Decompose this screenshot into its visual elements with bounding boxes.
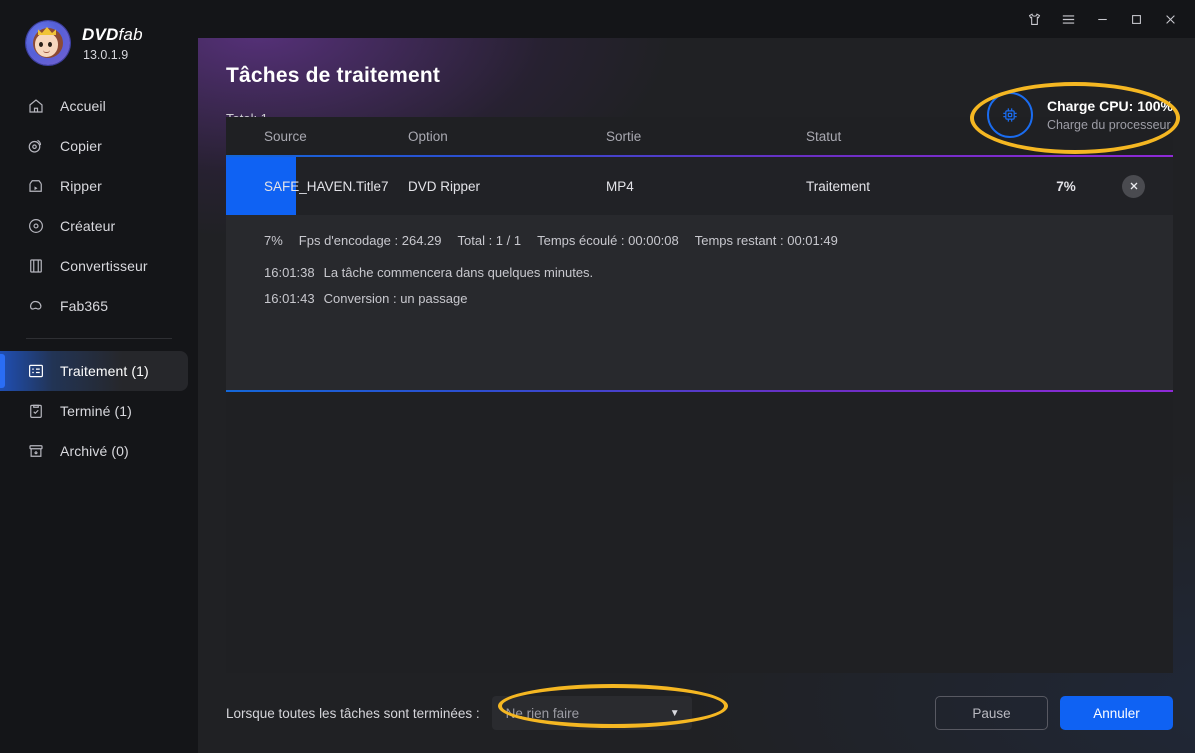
sidebar-item-label: Archivé (0) <box>60 443 129 459</box>
log-timestamp: 16:01:38 <box>264 265 315 280</box>
sidebar-item-label: Copier <box>60 138 102 154</box>
column-header-option: Option <box>408 128 448 144</box>
fab365-icon <box>26 297 45 316</box>
maximize-icon[interactable] <box>1119 4 1153 34</box>
dvdfab-window: DVDfab 13.0.1.9 Accueil Copier Ripper Cr… <box>0 0 1195 753</box>
task-panel: Source Option Sortie Statut SAFE_HAVEN.T… <box>226 117 1173 673</box>
menu-icon[interactable] <box>1051 4 1085 34</box>
title-bar <box>198 0 1195 38</box>
cell-status: Traitement <box>806 178 871 194</box>
chevron-down-icon: ▼ <box>669 707 680 719</box>
sidebar-item-label: Créateur <box>60 218 116 234</box>
sidebar-item-fab365[interactable]: Fab365 <box>0 286 188 326</box>
brand-name: DVDfab <box>82 25 143 45</box>
bottom-action-bar: Lorsque toutes les tâches sont terminées… <box>226 689 1173 737</box>
log-message: Conversion : un passage <box>323 291 468 306</box>
task-detail-panel: 7% Fps d'encodage : 264.29 Total : 1 / 1 Te… <box>226 215 1173 390</box>
cell-percent: 7% <box>1056 178 1076 194</box>
film-icon <box>26 257 45 276</box>
stat-total: Total : 1 / 1 <box>457 233 522 248</box>
sidebar: DVDfab 13.0.1.9 Accueil Copier Ripper Cr… <box>0 0 198 753</box>
pause-button[interactable]: Pause <box>935 696 1048 730</box>
when-done-dropdown[interactable]: Ne rien faire ▼ <box>491 696 692 730</box>
cell-option: DVD Ripper <box>408 178 481 194</box>
sidebar-nav-primary: Accueil Copier Ripper Créateur Convertis… <box>0 86 198 471</box>
log-entry: 16:01:38 La tâche commencera dans quelque… <box>264 265 1173 280</box>
when-done-label: Lorsque toutes les tâches sont terminées… <box>226 705 480 721</box>
skin-icon[interactable] <box>1017 4 1051 34</box>
stat-elapsed: Temps écoulé : 00:00:08 <box>537 233 679 248</box>
sidebar-item-createur[interactable]: Créateur <box>0 206 188 246</box>
sidebar-divider <box>26 338 172 339</box>
dropdown-selected-value: Ne rien faire <box>505 705 580 721</box>
cpu-chip-icon <box>986 92 1033 138</box>
sidebar-item-label: Ripper <box>60 178 102 194</box>
sidebar-item-label: Convertisseur <box>60 258 148 274</box>
sidebar-item-convertisseur[interactable]: Convertisseur <box>0 246 188 286</box>
minimize-icon[interactable] <box>1085 4 1119 34</box>
main-content: Tâches de traitement Total: 1 Charge CPU… <box>198 0 1195 753</box>
brand: DVDfab 13.0.1.9 <box>0 0 198 70</box>
cpu-load-value: Charge CPU: 100% <box>1046 98 1173 114</box>
stat-percent: 7% <box>264 233 283 248</box>
brand-name-bold: DVD <box>82 24 119 44</box>
task-progress-divider-bottom <box>226 390 1173 392</box>
sidebar-item-label: Terminé (1) <box>60 403 132 419</box>
column-header-status: Statut <box>806 128 842 144</box>
cell-output: MP4 <box>606 178 634 194</box>
stat-fps: Fps d'encodage : 264.29 <box>298 233 442 248</box>
log-timestamp: 16:01:43 <box>264 291 315 306</box>
table-row[interactable]: SAFE_HAVEN.Title7 DVD Ripper MP4 Traitem… <box>226 157 1173 215</box>
page-title: Tâches de traitement <box>226 64 441 87</box>
app-version: 13.0.1.9 <box>83 47 129 62</box>
sidebar-item-copier[interactable]: Copier <box>0 126 188 166</box>
sidebar-item-label: Traitement (1) <box>60 363 149 379</box>
archive-icon <box>26 442 45 461</box>
log-message: La tâche commencera dans quelques minute… <box>323 265 594 280</box>
brand-name-thin: fab <box>118 24 143 44</box>
sidebar-item-ripper[interactable]: Ripper <box>0 166 188 206</box>
log-entry: 16:01:43 Conversion : un passage <box>264 291 1173 306</box>
sidebar-item-traitement[interactable]: Traitement (1) <box>0 351 188 391</box>
close-icon[interactable] <box>1153 4 1187 34</box>
column-header-output: Sortie <box>606 128 642 144</box>
tasks-icon <box>26 362 45 381</box>
sidebar-item-archive[interactable]: Archivé (0) <box>0 431 188 471</box>
task-stats-line: 7% Fps d'encodage : 264.29 Total : 1 / 1 Te… <box>264 233 1173 248</box>
sidebar-item-label: Accueil <box>60 98 106 114</box>
clipboard-check-icon <box>26 402 45 421</box>
sidebar-item-label: Fab365 <box>60 298 109 314</box>
rip-icon <box>26 177 45 196</box>
cpu-load-subtitle: Charge du processeur <box>1046 118 1171 132</box>
app-logo-icon <box>26 21 70 65</box>
cancel-button[interactable]: Annuler <box>1060 696 1173 730</box>
cpu-load-badge[interactable]: Charge CPU: 100% Charge du processeur <box>986 92 1173 138</box>
disc-create-icon <box>26 217 45 236</box>
sidebar-item-termine[interactable]: Terminé (1) <box>0 391 188 431</box>
cell-source: SAFE_HAVEN.Title7 <box>264 178 389 194</box>
home-icon <box>26 97 45 116</box>
column-header-source: Source <box>264 128 307 144</box>
disc-copy-icon <box>26 137 45 156</box>
stat-remaining: Temps restant : 00:01:49 <box>694 233 838 248</box>
sidebar-item-accueil[interactable]: Accueil <box>0 86 188 126</box>
cancel-task-icon[interactable] <box>1122 174 1145 198</box>
